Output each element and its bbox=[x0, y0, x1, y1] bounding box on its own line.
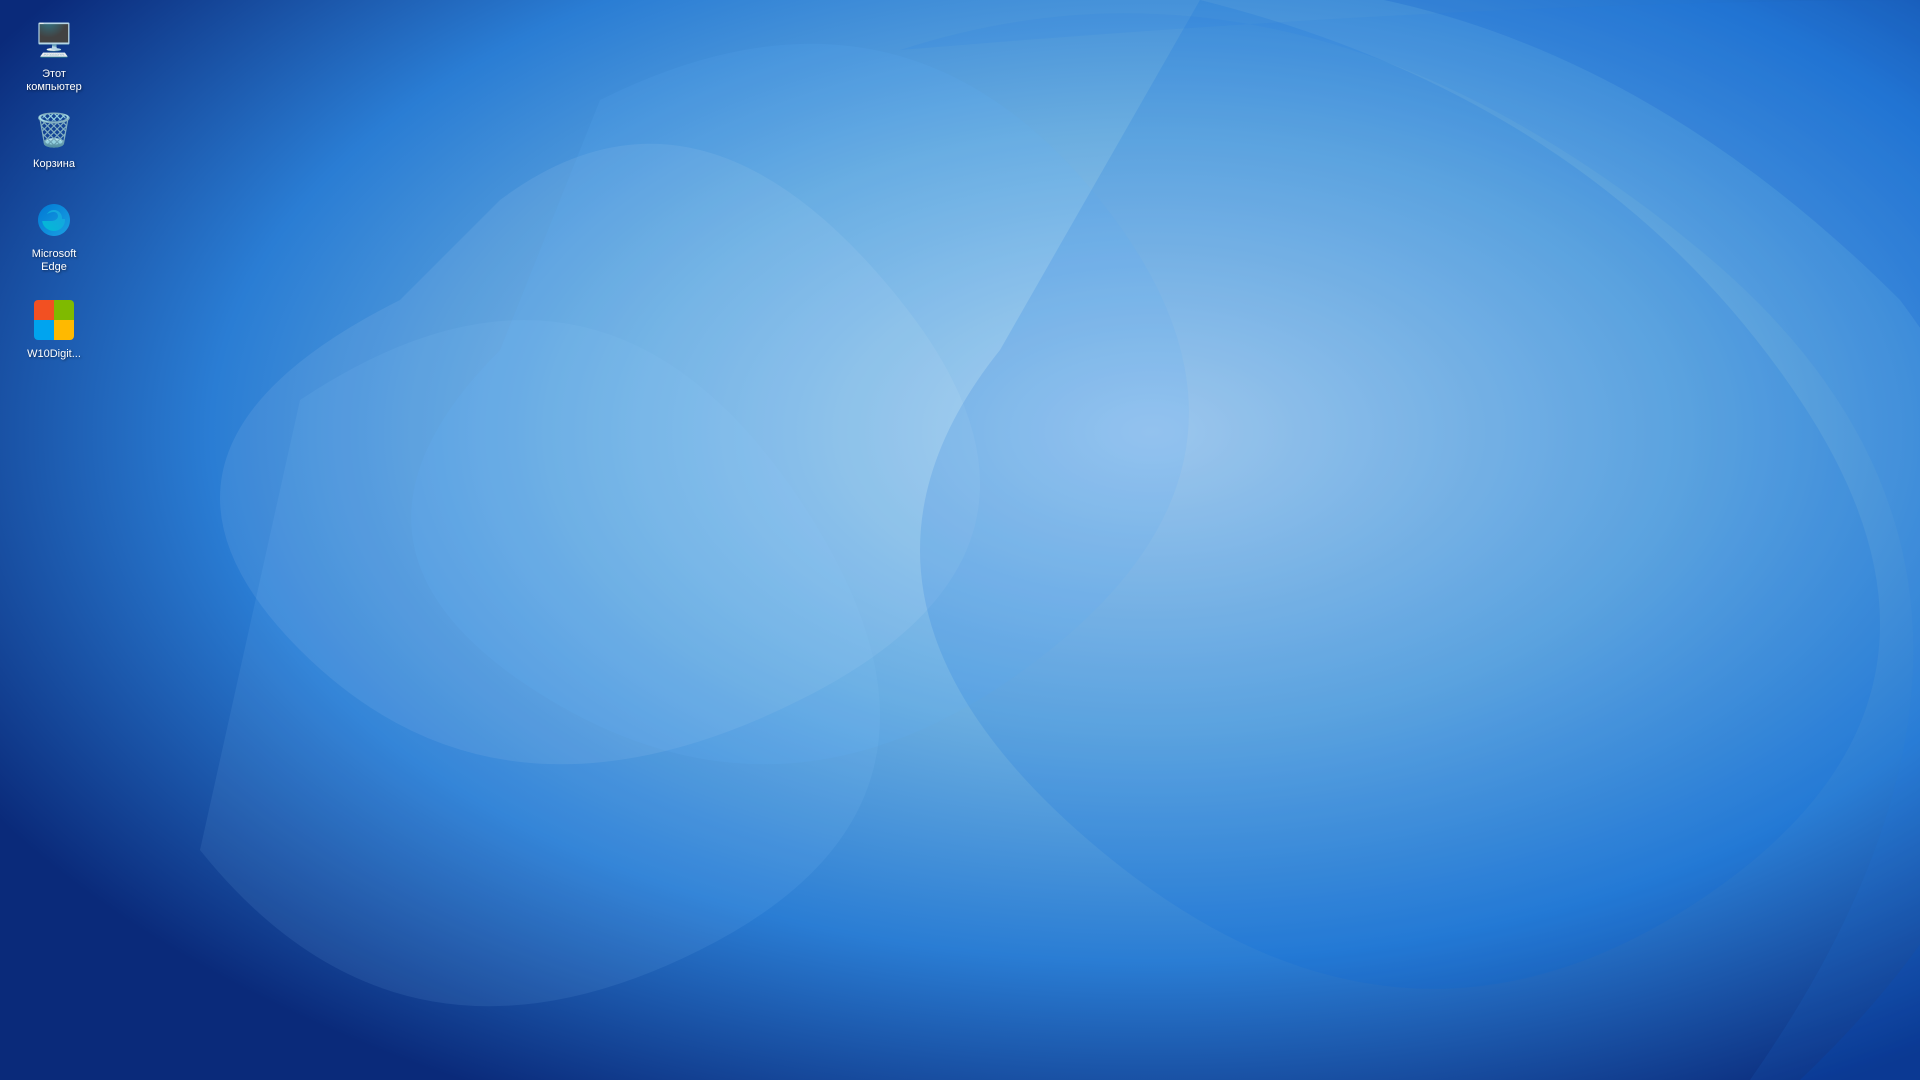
desktop-icon-w10digital[interactable]: W10Digit... bbox=[14, 290, 94, 367]
edge-desktop-icon bbox=[30, 196, 78, 244]
edge-desktop-label: MicrosoftEdge bbox=[32, 248, 77, 274]
this-pc-icon: 🖥️ bbox=[30, 16, 78, 64]
desktop-icon-recycle-bin[interactable]: 🗑️ Корзина bbox=[14, 100, 94, 177]
desktop-icon-this-pc[interactable]: 🖥️ Этот компьютер bbox=[14, 10, 94, 100]
recycle-bin-label: Корзина bbox=[33, 158, 75, 171]
desktop-icon-edge[interactable]: MicrosoftEdge bbox=[14, 190, 94, 280]
recycle-bin-icon: 🗑️ bbox=[30, 106, 78, 154]
w10digital-label: W10Digit... bbox=[27, 348, 81, 361]
this-pc-label: Этот компьютер bbox=[20, 68, 88, 94]
w10digital-icon bbox=[30, 296, 78, 344]
